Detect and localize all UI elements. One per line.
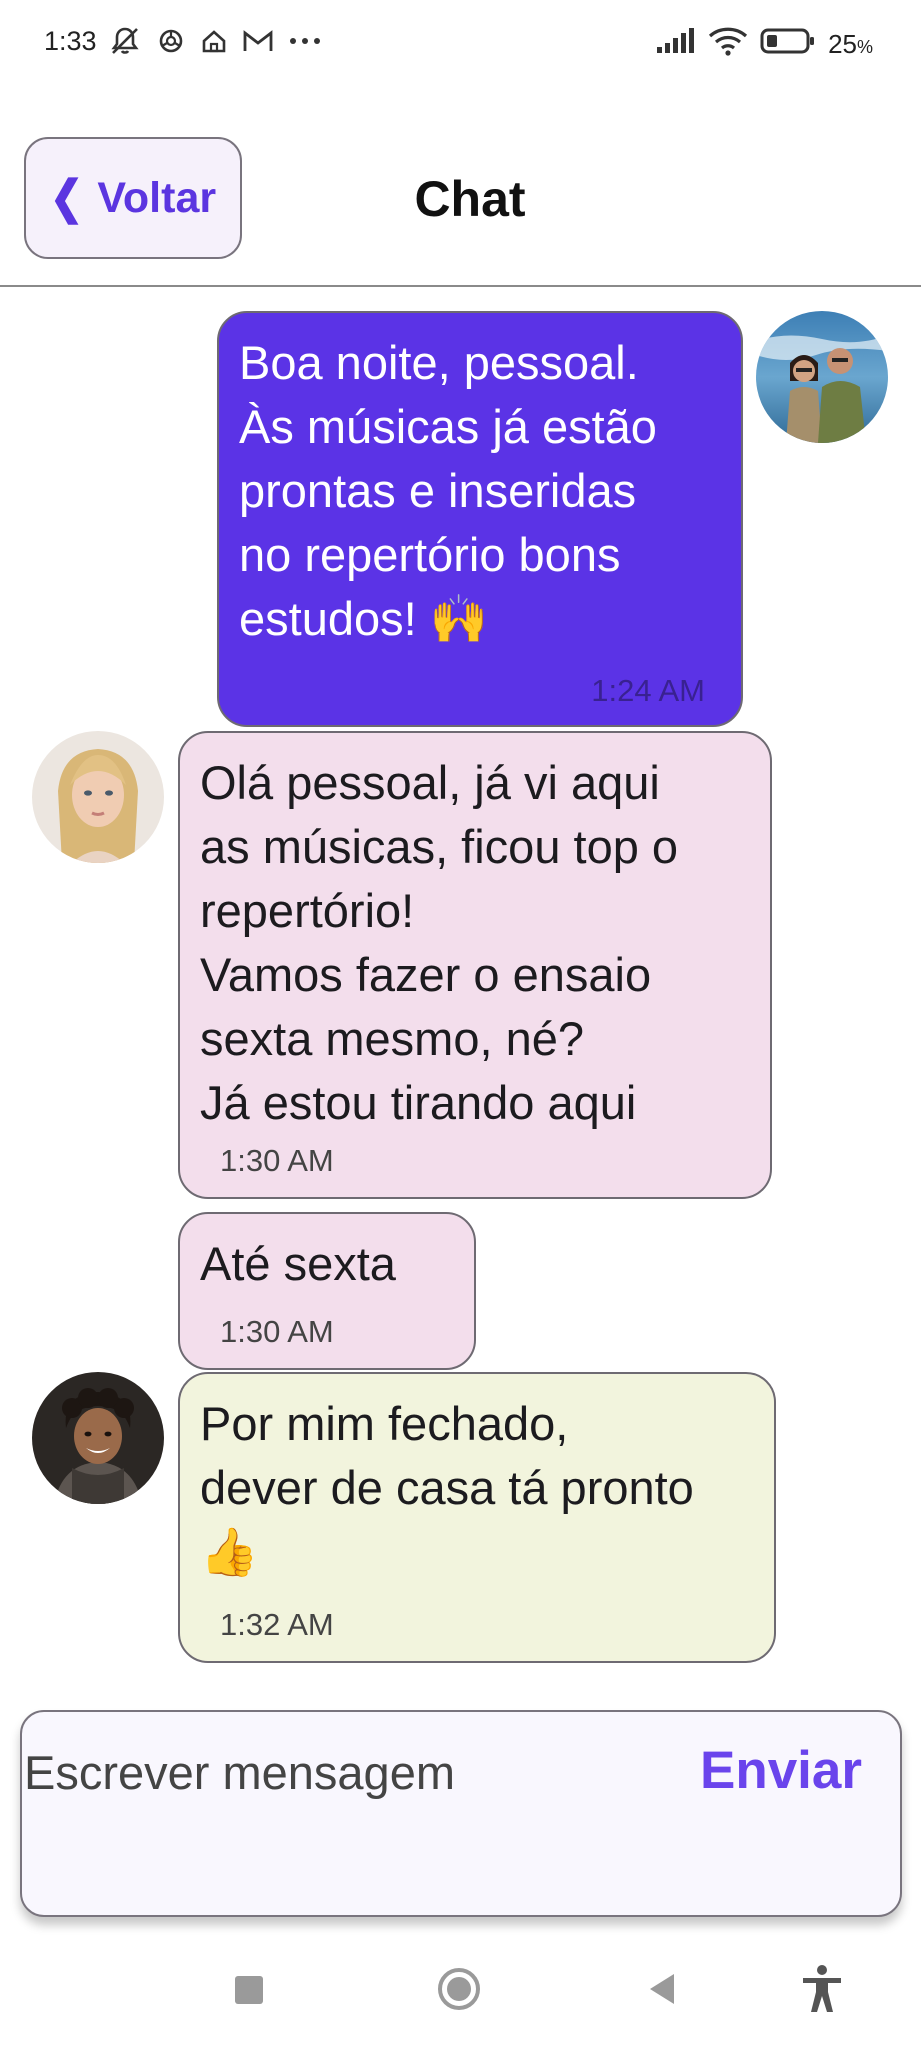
message-composer: Enviar — [20, 1710, 902, 1917]
system-nav-bar — [0, 1940, 921, 2048]
send-button[interactable]: Enviar — [700, 1740, 862, 1801]
recents-icon[interactable] — [233, 1974, 265, 2010]
chevron-left-icon: ❮ — [49, 172, 84, 224]
avatar-couple[interactable] — [756, 311, 888, 443]
page-title: Chat — [414, 171, 526, 227]
message-bubble-received[interactable]: Por mim fechado, dever de casa tá pronto… — [178, 1372, 776, 1663]
openai-icon — [156, 26, 186, 56]
message-list[interactable]: Boa noite, pessoal. Às músicas já estão … — [0, 288, 921, 1688]
status-left-icons — [108, 24, 322, 58]
message-time: 1:24 AM — [591, 673, 705, 708]
message-text: Até sexta — [200, 1237, 396, 1290]
wifi-icon — [708, 26, 748, 63]
battery-icon — [760, 27, 816, 62]
avatar-curly-man[interactable] — [32, 1372, 164, 1504]
battery-level: 25% — [828, 29, 873, 59]
accessibility-icon[interactable] — [800, 1964, 844, 2018]
gmail-icon — [242, 28, 274, 54]
message-input[interactable] — [24, 1742, 664, 1802]
status-right: 25% — [656, 26, 873, 63]
message-time: 1:30 AM — [220, 1314, 334, 1349]
message-time: 1:32 AM — [220, 1607, 334, 1642]
more-dots-icon — [288, 36, 322, 46]
message-text: Por mim fechado, dever de casa tá pronto… — [200, 1397, 694, 1578]
message-bubble-received[interactable]: Olá pessoal, já vi aqui as músicas, fico… — [178, 731, 772, 1199]
back-button-label: Voltar — [97, 173, 217, 222]
message-text: Boa noite, pessoal. Às músicas já estão … — [239, 336, 657, 645]
app-header: ❮ Voltar Chat — [0, 86, 921, 287]
back-button[interactable]: ❮ Voltar — [24, 137, 242, 259]
message-bubble-sent[interactable]: Boa noite, pessoal. Às músicas já estão … — [217, 311, 743, 727]
back-icon[interactable] — [646, 1972, 678, 2010]
message-bubble-received[interactable]: Até sexta 1:30 AM — [178, 1212, 476, 1370]
home-icon[interactable] — [436, 1966, 482, 2016]
message-time: 1:30 AM — [220, 1143, 334, 1178]
notifications-off-icon — [108, 24, 142, 58]
avatar-blonde-woman[interactable] — [32, 731, 164, 863]
status-time: 1:33 — [44, 26, 97, 56]
signal-icon — [656, 28, 696, 61]
message-text: Olá pessoal, já vi aqui as músicas, fico… — [200, 756, 679, 1129]
status-bar: 1:33 25% — [0, 0, 921, 86]
home-icon — [200, 27, 228, 55]
